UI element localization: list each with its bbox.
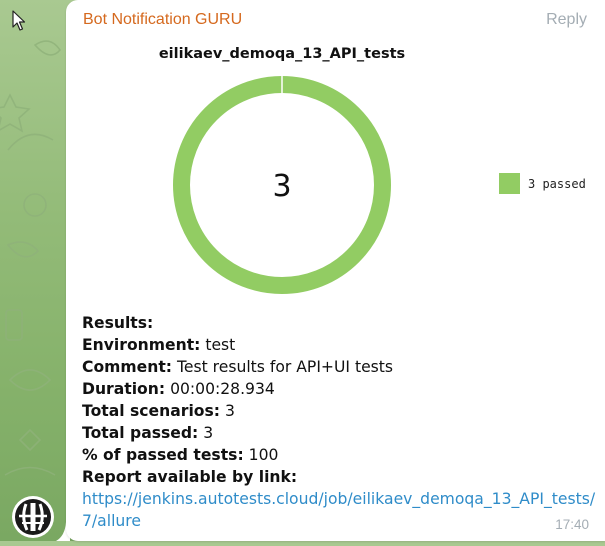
legend-swatch <box>499 173 520 194</box>
results-pie-chart: eilikaev_demoqa_13_API_tests 3 3 passed <box>159 46 586 294</box>
sender-name[interactable]: Bot Notification GURU <box>83 11 242 29</box>
chart-center-label: 3 <box>272 169 291 204</box>
reply-button[interactable]: Reply <box>546 11 587 29</box>
result-label: % of passed tests: <box>82 446 244 464</box>
report-link-continued[interactable]: 7/allure <box>82 512 141 530</box>
result-value: test <box>200 336 236 354</box>
result-label: Total passed: <box>82 424 199 442</box>
result-line: Total passed: 3 <box>82 422 592 444</box>
result-line: % of passed tests: 100 <box>82 444 592 466</box>
chart-image[interactable]: eilikaev_demoqa_13_API_tests 3 3 passed <box>66 34 605 304</box>
result-line: Comment: Test results for API+UI tests <box>82 356 592 378</box>
result-line: Environment: test <box>82 334 592 356</box>
result-line: Results: <box>82 312 592 334</box>
result-label: Total scenarios: <box>82 402 221 420</box>
result-label: Environment: <box>82 336 201 354</box>
result-value: 100 <box>243 446 279 464</box>
result-value: 3 <box>220 402 235 420</box>
message-bubble: Bot Notification GURU Reply eilikaev_dem… <box>66 0 605 541</box>
jenkins-logo-icon <box>15 499 51 535</box>
message-text: Results: Environment: test Comment: Test r… <box>82 312 595 532</box>
result-label: Results: <box>82 314 154 332</box>
result-line: Total scenarios: 3 <box>82 400 592 422</box>
result-label: Duration: <box>82 380 166 398</box>
result-value: Test results for API+UI tests <box>172 358 394 376</box>
result-value: 00:00:28.934 <box>165 380 275 398</box>
bot-avatar[interactable] <box>12 496 54 538</box>
result-label: Report available by link: <box>82 468 298 486</box>
chart-title: eilikaev_demoqa_13_API_tests <box>159 46 405 62</box>
result-line: Report available by link: <box>82 466 592 488</box>
result-line: Duration: 00:00:28.934 <box>82 378 592 400</box>
result-value: 3 <box>198 424 214 442</box>
legend-label: 3 passed <box>528 177 586 191</box>
message-timestamp: 17:40 <box>555 517 589 532</box>
result-label: Comment: <box>82 358 173 376</box>
mouse-cursor-icon <box>12 10 26 37</box>
report-link[interactable]: https://jenkins.autotests.cloud/job/eili… <box>82 490 595 508</box>
